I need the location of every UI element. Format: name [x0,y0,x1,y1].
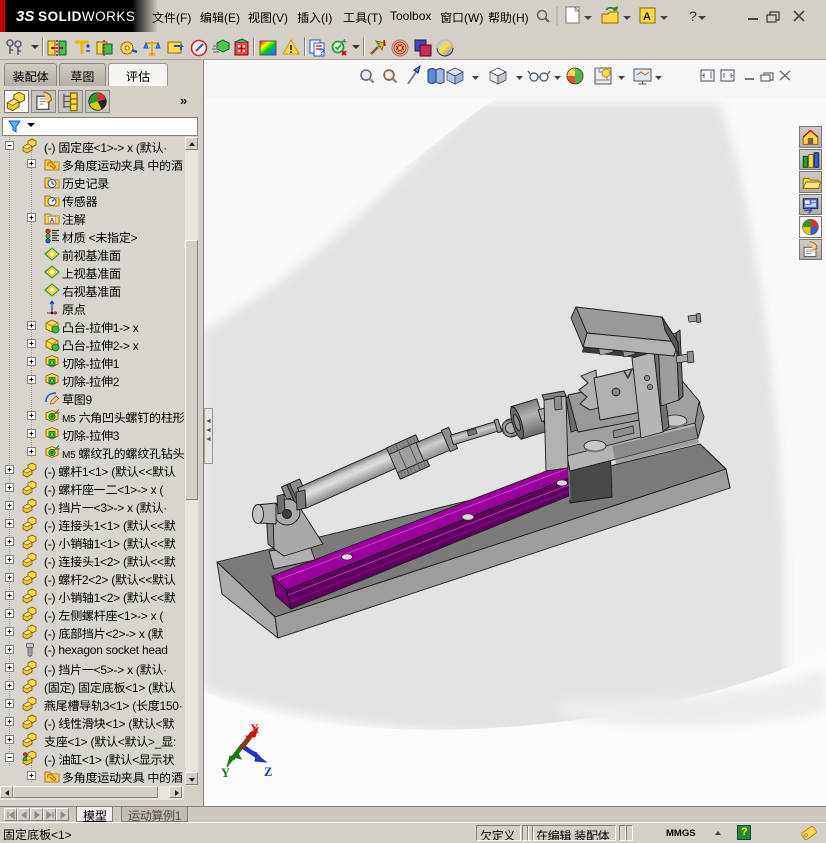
svg-text:?: ? [689,8,697,24]
svg-text:A: A [643,11,651,23]
svg-text:Y: Y [221,766,230,780]
svg-text:?: ? [319,47,325,57]
svg-text:Z: Z [264,765,272,779]
svg-text:X: X [250,722,259,736]
